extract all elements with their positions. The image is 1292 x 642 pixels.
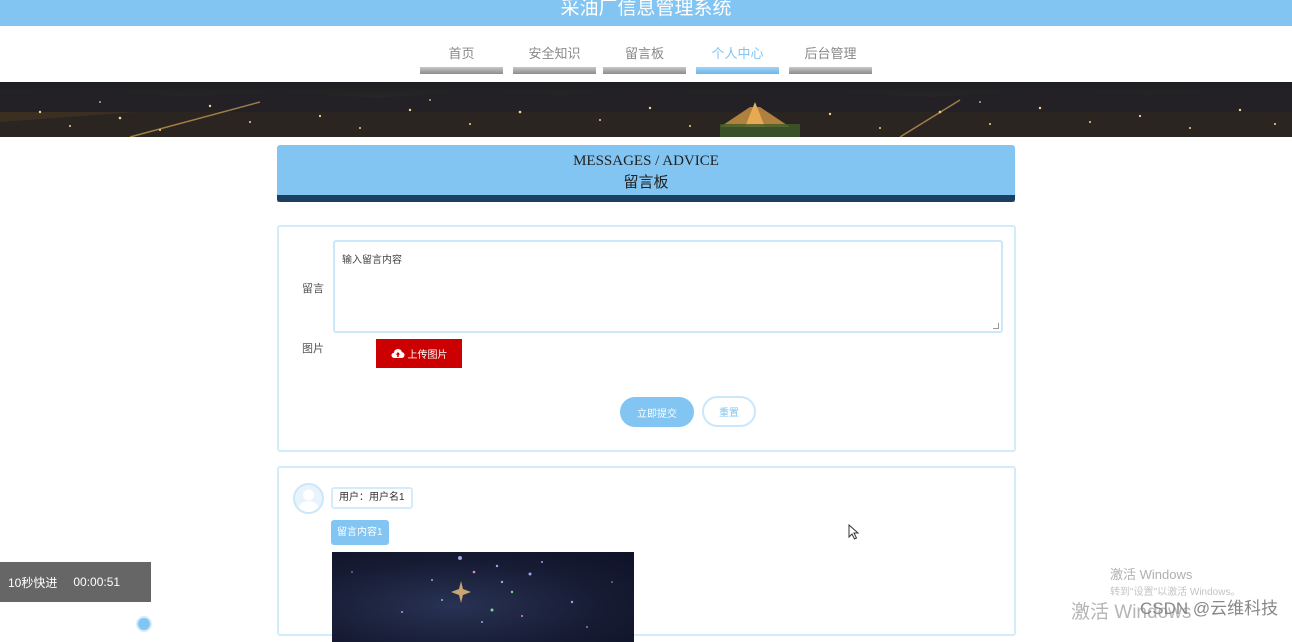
reset-button[interactable]: 重置	[702, 396, 756, 427]
nav-item-label: 安全知识	[528, 46, 581, 61]
city-banner-image	[0, 82, 1292, 137]
nav-item-label: 个人中心	[711, 46, 764, 61]
site-title: 采油厂信息管理系统	[560, 0, 732, 19]
upload-button-label: 上传图片	[407, 350, 448, 361]
mouse-pointer-icon	[848, 524, 860, 540]
message-label: 留言	[302, 283, 324, 295]
windows-activation-title: 激活 Windows	[1110, 567, 1193, 582]
message-form: 留言 输入留言内容 图片 上传图片 立即提交 重置	[277, 225, 1016, 452]
video-player-controls: 10秒快进 00:00:51	[0, 562, 151, 602]
avatar-silhouette	[298, 489, 319, 512]
nav-item-label: 首页	[448, 46, 475, 61]
nav-item-bar	[696, 67, 779, 74]
section-title-cn: 留言板	[623, 175, 669, 191]
nav-item-safety-knowledge[interactable]: 安全知识	[513, 26, 596, 74]
nav-item-bar	[513, 67, 596, 74]
nav-item-admin[interactable]: 后台管理	[789, 26, 872, 74]
floating-dot-icon[interactable]	[136, 616, 152, 632]
nav-item-bar	[789, 67, 872, 74]
csdn-watermark: CSDN @云维科技	[1140, 599, 1279, 618]
playback-time: 00:00:51	[73, 575, 121, 589]
top-title-bar: 采油厂信息管理系统	[0, 0, 1292, 26]
resize-grip-icon[interactable]	[993, 323, 999, 329]
section-title-en: MESSAGES / ADVICE	[573, 153, 719, 169]
message-placeholder: 输入留言内容	[342, 255, 402, 266]
nav-item-label: 留言板	[624, 46, 664, 61]
submit-button[interactable]: 立即提交	[620, 397, 694, 427]
message-textarea[interactable]: 输入留言内容	[333, 240, 1003, 333]
message-image[interactable]	[332, 552, 634, 642]
nav-item-bar	[603, 67, 686, 74]
nav-item-label: 后台管理	[804, 46, 857, 61]
cloud-upload-icon	[391, 349, 404, 358]
image-label: 图片	[302, 343, 324, 355]
message-content-tag: 留言内容1	[331, 520, 389, 545]
nav-item-bar	[420, 67, 503, 74]
nav-item-personal-center[interactable]: 个人中心	[696, 26, 779, 74]
user-avatar-icon	[293, 483, 324, 514]
nav-item-home[interactable]: 首页	[420, 26, 503, 74]
upload-image-button[interactable]: 上传图片	[376, 339, 462, 368]
fast-forward-button[interactable]: 10秒快进	[8, 574, 57, 591]
main-nav: 首页 安全知识 留言板 个人中心 后台管理	[0, 26, 1292, 82]
nav-item-message-board[interactable]: 留言板	[603, 26, 686, 74]
section-header: MESSAGES / ADVICE 留言板	[277, 145, 1015, 202]
message-user-tag: 用户：用户名1	[331, 487, 413, 509]
message-list-item: 用户：用户名1 留言内容1	[277, 466, 1016, 642]
city-night-illustration	[0, 84, 1292, 137]
starfield-illustration	[351, 556, 613, 628]
section-header-underline	[277, 195, 1015, 202]
